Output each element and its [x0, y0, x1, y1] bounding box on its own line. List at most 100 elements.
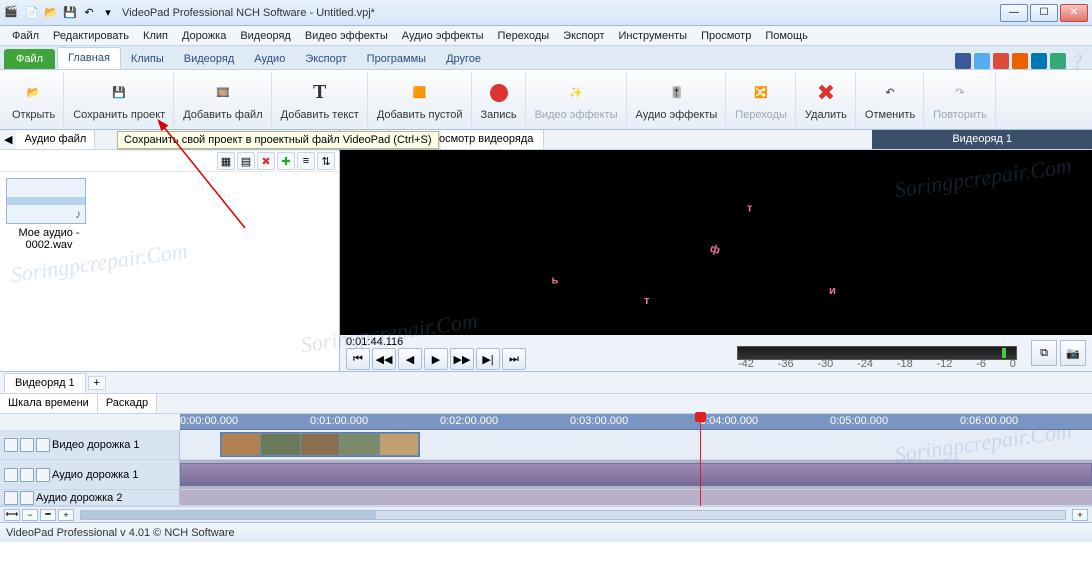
bin-list-icon[interactable]: ≡ [297, 152, 315, 170]
goto-start-button[interactable]: ⏮ [346, 348, 370, 370]
add-sequence-button[interactable]: + [88, 376, 106, 390]
bin-tab-nav-left[interactable]: ◀ [0, 130, 16, 149]
svg-text:т: т [747, 203, 753, 215]
transitions-icon: 🔀 [747, 79, 775, 107]
playhead[interactable] [700, 414, 701, 506]
qat-save-icon[interactable]: 💾 [62, 5, 78, 21]
record-button[interactable]: Запись [473, 72, 526, 127]
linkedin-icon[interactable] [1031, 53, 1047, 69]
menu-edit[interactable]: Редактировать [47, 28, 135, 44]
save-project-button[interactable]: 💾Сохранить проект [65, 72, 174, 127]
timeline-view-tab[interactable]: Шкала времени [0, 394, 98, 413]
video-clip[interactable] [220, 432, 420, 457]
play-button[interactable]: ▶ [424, 348, 448, 370]
google-plus-icon[interactable] [993, 53, 1009, 69]
close-button[interactable]: ✕ [1060, 4, 1088, 22]
video-fx-icon: ✨ [562, 79, 590, 107]
add-blank-button[interactable]: 🟧Добавить пустой [369, 72, 472, 127]
next-frame-button[interactable]: ▶| [476, 348, 500, 370]
video-effects-button[interactable]: ✨Видео эффекты [527, 72, 627, 127]
ribbon-tab-programs[interactable]: Программы [357, 49, 436, 69]
goto-end-button[interactable]: ⏭ [502, 348, 526, 370]
video-track-1[interactable]: Видео дорожка 1 [0, 430, 1092, 460]
ribbon-tab-export[interactable]: Экспорт [295, 49, 356, 69]
bin-tab-audio[interactable]: Аудио файл [16, 130, 95, 149]
undo-icon: ↶ [876, 79, 904, 107]
track-fx-icon[interactable] [20, 438, 34, 452]
preview-canvas[interactable]: ь т ф и т [340, 150, 1092, 335]
ribbon-tab-other[interactable]: Другое [436, 49, 491, 69]
add-file-button[interactable]: 🎞️Добавить файл [175, 72, 271, 127]
maximize-button[interactable]: ☐ [1030, 4, 1058, 22]
bin-tool-2-icon[interactable]: ▤ [237, 152, 255, 170]
minimize-button[interactable]: — [1000, 4, 1028, 22]
menu-video-fx[interactable]: Видео эффекты [299, 28, 394, 44]
preview-panel: клипа Предпросмотр видеоряда Видеоряд 1 … [340, 130, 1092, 371]
zoom-fit-icon[interactable]: ⟷ [4, 509, 20, 521]
timeline: Шкала времени Раскадр 0:00:00.000 0:01:0… [0, 394, 1092, 522]
quick-access-toolbar: 📄 📂 💾 ↶ ▾ [24, 5, 116, 21]
delete-button[interactable]: ✖Удалить [797, 72, 856, 127]
menu-help[interactable]: Помощь [759, 28, 814, 44]
media-item[interactable]: Мое аудио - 0002.wav [6, 178, 92, 251]
track-mute-icon[interactable] [4, 468, 18, 482]
audio-effects-button[interactable]: 🎚️Аудио эффекты [628, 72, 727, 127]
menu-export[interactable]: Экспорт [557, 28, 610, 44]
bin-tool-1-icon[interactable]: ▦ [217, 152, 235, 170]
app-icon: 🎬 [4, 5, 20, 21]
track-solo-icon[interactable] [20, 491, 34, 505]
ribbon-tab-audio[interactable]: Аудио [244, 49, 295, 69]
zoom-slider[interactable]: ━ [40, 509, 56, 521]
audio-clip[interactable] [180, 463, 1092, 486]
menu-transitions[interactable]: Переходы [492, 28, 556, 44]
zoom-in-icon[interactable]: + [58, 509, 74, 521]
add-text-button[interactable]: TДобавить текст [273, 72, 368, 127]
ribbon-tab-clips[interactable]: Клипы [121, 49, 174, 69]
qat-open-icon[interactable]: 📂 [43, 5, 59, 21]
menu-clip[interactable]: Клип [137, 28, 174, 44]
share-icon[interactable] [1050, 53, 1066, 69]
help-icon[interactable]: ❔ [1069, 53, 1086, 69]
undo-button[interactable]: ↶Отменить [857, 72, 924, 127]
storyboard-view-tab[interactable]: Раскадр [98, 394, 157, 413]
track-solo-icon[interactable] [20, 468, 34, 482]
status-bar: VideoPad Professional v 4.01 © NCH Softw… [0, 522, 1092, 542]
redo-button[interactable]: ↷Повторить [925, 72, 996, 127]
timeline-scrollbar[interactable]: ⟷ − ━ + + [0, 506, 1092, 522]
open-button[interactable]: 📂Открыть [4, 72, 64, 127]
track-lock-icon[interactable] [36, 438, 50, 452]
transitions-button[interactable]: 🔀Переходы [727, 72, 796, 127]
timeline-ruler[interactable]: 0:00:00.000 0:01:00.000 0:02:00.000 0:03… [180, 414, 1092, 430]
menu-view[interactable]: Просмотр [695, 28, 757, 44]
ribbon-file-tab[interactable]: Файл [4, 49, 55, 69]
menu-audio-fx[interactable]: Аудио эффекты [396, 28, 490, 44]
forward-button[interactable]: ▶▶ [450, 348, 474, 370]
zoom-out-icon[interactable]: − [22, 509, 38, 521]
menu-tools[interactable]: Инструменты [613, 28, 694, 44]
dual-preview-icon[interactable]: ⧉ [1031, 340, 1057, 366]
qat-undo-icon[interactable]: ↶ [81, 5, 97, 21]
ribbon-tab-sequence[interactable]: Видеоряд [174, 49, 245, 69]
snapshot-icon[interactable]: 📷 [1060, 340, 1086, 366]
sequence-tab[interactable]: Видеоряд 1 [4, 373, 86, 393]
track-fx-icon[interactable] [36, 468, 50, 482]
bin-sort-icon[interactable]: ⇅ [317, 152, 335, 170]
audio-track-1[interactable]: Аудио дорожка 1 [0, 460, 1092, 490]
bin-delete-icon[interactable]: ✖ [257, 152, 275, 170]
rewind-button[interactable]: ◀ [398, 348, 422, 370]
ribbon-tab-main[interactable]: Главная [57, 47, 121, 69]
add-track-icon[interactable]: + [1072, 509, 1088, 521]
track-view-icon[interactable] [4, 438, 18, 452]
facebook-icon[interactable] [955, 53, 971, 69]
twitter-icon[interactable] [974, 53, 990, 69]
menu-track[interactable]: Дорожка [176, 28, 232, 44]
menu-file[interactable]: Файл [6, 28, 45, 44]
track-mute-icon[interactable] [4, 491, 18, 505]
menu-sequence[interactable]: Видеоряд [234, 28, 297, 44]
prev-frame-button[interactable]: ◀◀ [372, 348, 396, 370]
qat-new-icon[interactable]: 📄 [24, 5, 40, 21]
qat-dropdown-icon[interactable]: ▾ [100, 5, 116, 21]
audio-track-2[interactable]: Аудио дорожка 2 [0, 490, 1092, 506]
bin-add-icon[interactable]: ✚ [277, 152, 295, 170]
stumbleupon-icon[interactable] [1012, 53, 1028, 69]
